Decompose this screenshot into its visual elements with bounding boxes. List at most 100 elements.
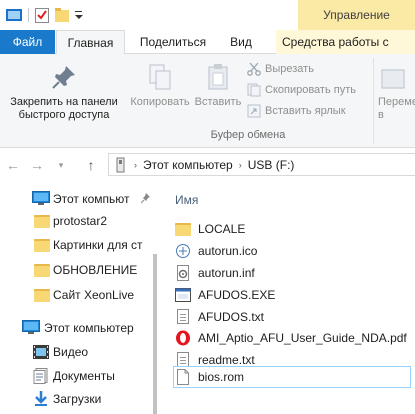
tab-share[interactable]: Поделиться xyxy=(132,30,214,54)
clipboard-group-label: Буфер обмена xyxy=(210,129,286,141)
monitor-icon xyxy=(32,191,50,205)
file-row-bios-rom[interactable]: bios.rom xyxy=(173,366,411,388)
tab-home[interactable]: Главная xyxy=(56,30,125,55)
copy-path-label: Скопировать путь xyxy=(265,84,356,96)
nav-item-documents[interactable]: Документы xyxy=(0,365,160,387)
folder-icon xyxy=(175,221,191,237)
breadcrumb-chevron-icon[interactable]: › xyxy=(134,160,137,170)
file-row-locale[interactable]: LOCALE xyxy=(175,219,411,239)
file-name: LOCALE xyxy=(198,222,246,236)
address-bar[interactable]: › Этот компьютер › USB (F:) xyxy=(108,153,415,176)
move-to-label-line1: Переме xyxy=(378,96,415,108)
copy-icon xyxy=(149,64,171,90)
paste-shortcut-label: Вставить ярлык xyxy=(265,105,346,117)
pdf-file-icon xyxy=(175,330,191,346)
nav-item-label: Видео xyxy=(53,345,89,359)
file-row-afudos-exe[interactable]: AFUDOS.EXE xyxy=(175,285,411,305)
file-name: AFUDOS.txt xyxy=(198,310,265,324)
nav-item-update-folder[interactable]: ОБНОВЛЕНИЕ xyxy=(0,259,160,281)
explorer-icon[interactable] xyxy=(6,8,22,22)
copy-path-button[interactable]: Скопировать путь xyxy=(247,81,356,99)
scissors-icon xyxy=(247,62,261,76)
new-folder-icon[interactable] xyxy=(55,8,69,22)
copy-button[interactable]: Копировать xyxy=(128,62,192,109)
qat-separator xyxy=(28,8,29,22)
move-to-button[interactable]: Переме в xyxy=(378,62,415,122)
forward-arrow-icon[interactable]: → xyxy=(28,157,46,173)
ico-file-icon xyxy=(175,243,191,259)
file-icon xyxy=(175,369,191,385)
ribbon-tabs: Файл Главная Поделиться Вид Средства раб… xyxy=(0,30,415,73)
recent-locations-dropdown-icon[interactable]: ▾ xyxy=(52,157,70,173)
file-name: AFUDOS.EXE xyxy=(198,288,276,302)
paste-shortcut-button[interactable]: Вставить ярлык xyxy=(247,102,346,120)
folder-icon xyxy=(34,264,50,277)
title-bar: Управление xyxy=(0,0,415,30)
breadcrumb-this-pc[interactable]: Этот компьютер xyxy=(143,158,233,172)
move-to-icon xyxy=(381,69,405,89)
nav-item-label: Этот компьют xyxy=(53,192,130,206)
exe-file-icon xyxy=(175,287,191,303)
pin-to-quick-access-button[interactable]: Закрепить на панели быстрого доступа xyxy=(2,62,126,122)
paste-shortcut-icon xyxy=(247,104,261,118)
nav-item-videos[interactable]: Видео xyxy=(0,341,160,363)
tab-drive-tools[interactable]: Средства работы с диска xyxy=(276,30,415,73)
paste-button[interactable]: Вставить xyxy=(193,62,243,109)
address-row: ← → ▾ ↑ › Этот компьютер › USB (F:) xyxy=(0,148,415,182)
up-arrow-icon[interactable]: ↑ xyxy=(82,157,100,173)
cut-label: Вырезать xyxy=(265,63,314,75)
manage-context-tab[interactable]: Управление xyxy=(298,0,415,30)
pin-icon xyxy=(52,66,75,89)
documents-icon xyxy=(33,368,48,384)
paste-icon xyxy=(208,64,228,90)
properties-icon[interactable] xyxy=(35,7,49,23)
video-icon xyxy=(33,345,49,359)
txt-file-icon xyxy=(175,309,191,325)
nav-item-label: ОБНОВЛЕНИЕ xyxy=(53,263,138,277)
move-to-label-line2: в xyxy=(378,109,384,121)
file-name: AMI_Aptio_AFU_User_Guide_NDA.pdf xyxy=(198,331,407,345)
column-header-name[interactable]: Имя xyxy=(175,193,198,207)
file-name: bios.rom xyxy=(198,370,245,384)
tab-view[interactable]: Вид xyxy=(222,30,260,54)
nav-item-label: protostar2 xyxy=(53,214,108,228)
nav-item-pictures-folder[interactable]: Картинки для ст xyxy=(0,234,160,256)
nav-item-label: Документы xyxy=(53,369,115,383)
monitor-icon xyxy=(22,320,40,334)
quick-access-toolbar xyxy=(6,6,83,24)
tab-file[interactable]: Файл xyxy=(0,30,55,54)
inf-file-icon xyxy=(175,265,191,281)
breadcrumb-drive[interactable]: USB (F:) xyxy=(248,158,295,172)
file-row-afudos-txt[interactable]: AFUDOS.txt xyxy=(175,307,411,327)
nav-item-label: Загрузки xyxy=(53,392,102,406)
nav-item-xeonlive-folder[interactable]: Сайт XeonLive xyxy=(0,284,160,306)
folder-icon xyxy=(34,289,50,302)
copy-path-icon xyxy=(247,83,261,97)
copy-label: Копировать xyxy=(130,96,190,108)
navigation-pane-scrollbar[interactable] xyxy=(153,254,157,414)
pin-label-line1: Закрепить на панели xyxy=(10,96,118,108)
nav-item-label: Картинки для ст xyxy=(53,238,143,252)
qat-customize-dropdown-icon[interactable] xyxy=(75,8,83,22)
folder-icon xyxy=(34,239,50,252)
nav-item-label: Этот компьютер xyxy=(44,321,134,335)
cut-button[interactable]: Вырезать xyxy=(247,60,314,78)
file-list: Имя LOCALE autorun.ico autorun.inf AFUDO… xyxy=(167,182,415,414)
nav-item-protostar2[interactable]: protostar2 xyxy=(0,210,160,232)
file-name: autorun.ico xyxy=(198,244,258,258)
paste-label: Вставить xyxy=(194,96,242,108)
file-row-autorun-ico[interactable]: autorun.ico xyxy=(175,241,411,261)
folder-icon xyxy=(34,215,50,228)
back-arrow-icon[interactable]: ← xyxy=(4,157,22,173)
nav-item-label: Сайт XeonLive xyxy=(53,288,135,302)
file-row-ami-pdf[interactable]: AMI_Aptio_AFU_User_Guide_NDA.pdf xyxy=(175,328,411,348)
ribbon-group-separator xyxy=(373,58,374,144)
breadcrumb-chevron-icon[interactable]: › xyxy=(239,160,242,170)
file-row-autorun-inf[interactable]: autorun.inf xyxy=(175,263,411,283)
file-name: readme.txt xyxy=(198,353,255,367)
ribbon-panel: Закрепить на панели быстрого доступа Коп… xyxy=(0,54,415,148)
nav-item-downloads[interactable]: Загрузки xyxy=(0,388,160,410)
nav-item-this-pc[interactable]: Этот компьютер xyxy=(0,317,160,339)
nav-item-this-pc-pinned[interactable]: Этот компьют xyxy=(0,188,160,210)
pin-icon xyxy=(141,193,150,204)
